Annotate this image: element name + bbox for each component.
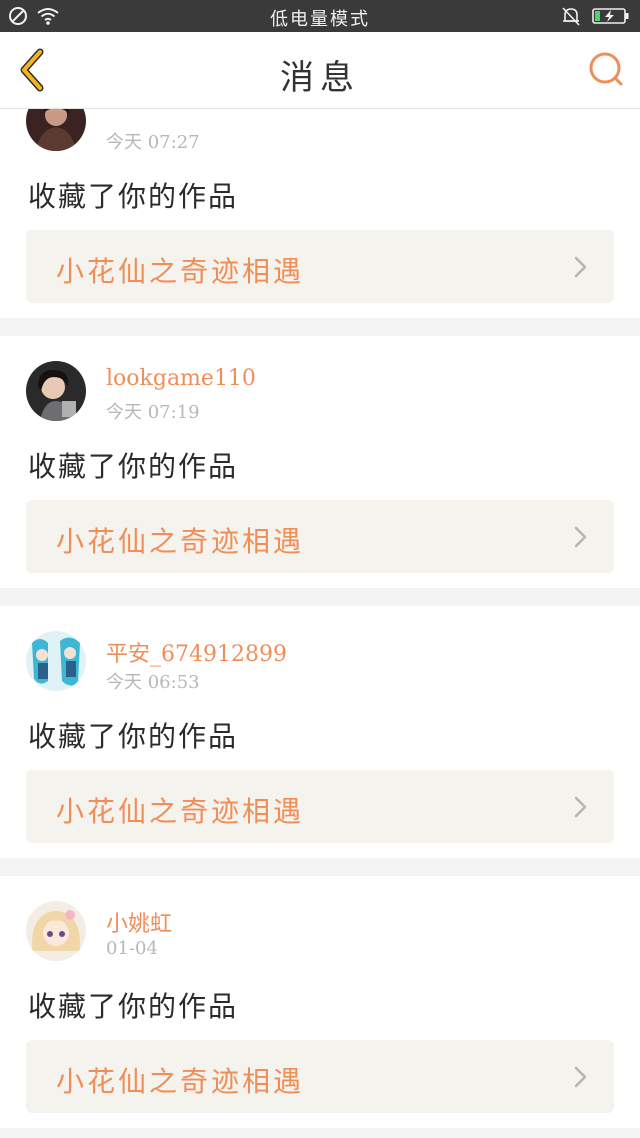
- chevron-right-icon: [574, 526, 587, 548]
- username[interactable]: 平安_674912899: [106, 636, 287, 668]
- work-title: 小花仙之奇迹相遇: [56, 255, 305, 288]
- action-text: 收藏了你的作品: [28, 450, 239, 483]
- work-link[interactable]: 小花仙之奇迹相遇: [26, 500, 614, 573]
- action-text: 收藏了你的作品: [28, 720, 239, 753]
- avatar[interactable]: [26, 109, 86, 151]
- nav-header: 消息: [0, 32, 640, 109]
- work-link[interactable]: 小花仙之奇迹相遇: [26, 230, 614, 303]
- low-power-mode-label: 低电量模式: [270, 9, 370, 30]
- username[interactable]: lookgame110: [106, 366, 256, 391]
- avatar[interactable]: [26, 901, 86, 961]
- chevron-right-icon: [574, 796, 587, 818]
- action-text: 收藏了你的作品: [28, 180, 239, 213]
- chevron-right-icon: [574, 1066, 587, 1088]
- work-link[interactable]: 小花仙之奇迹相遇: [26, 770, 614, 843]
- search-icon: [589, 52, 623, 86]
- work-link[interactable]: 小花仙之奇迹相遇: [26, 1040, 614, 1113]
- search-button[interactable]: [586, 50, 626, 90]
- message-card: 平安_674912899 今天 06:53 收藏了你的作品 小花仙之奇迹相遇: [0, 606, 640, 858]
- username[interactable]: 小姚虹: [106, 906, 172, 938]
- chevron-right-icon: [574, 256, 587, 278]
- action-text: 收藏了你的作品: [28, 990, 239, 1023]
- timestamp: 今天 07:19: [106, 402, 200, 423]
- battery-charging-icon: [592, 6, 630, 30]
- status-bar: 低电量模式: [0, 0, 640, 32]
- status-bar-right: [560, 5, 630, 31]
- timestamp: 今天 07:27: [106, 132, 200, 153]
- timestamp: 今天 06:53: [106, 672, 200, 693]
- page-title: 消息: [280, 58, 360, 98]
- work-title: 小花仙之奇迹相遇: [56, 795, 305, 828]
- avatar[interactable]: [26, 631, 86, 691]
- message-list[interactable]: 今天 07:27 收藏了你的作品 小花仙之奇迹相遇 lookgame110 今天…: [0, 109, 640, 1138]
- work-title: 小花仙之奇迹相遇: [56, 1065, 305, 1098]
- message-card: 今天 07:27 收藏了你的作品 小花仙之奇迹相遇: [0, 109, 640, 318]
- avatar[interactable]: [26, 361, 86, 421]
- message-card: 小姚虹 01-04 收藏了你的作品 小花仙之奇迹相遇: [0, 876, 640, 1128]
- bell-muted-icon: [560, 5, 582, 31]
- timestamp: 01-04: [106, 938, 158, 959]
- message-card: lookgame110 今天 07:19 收藏了你的作品 小花仙之奇迹相遇: [0, 336, 640, 588]
- work-title: 小花仙之奇迹相遇: [56, 525, 305, 558]
